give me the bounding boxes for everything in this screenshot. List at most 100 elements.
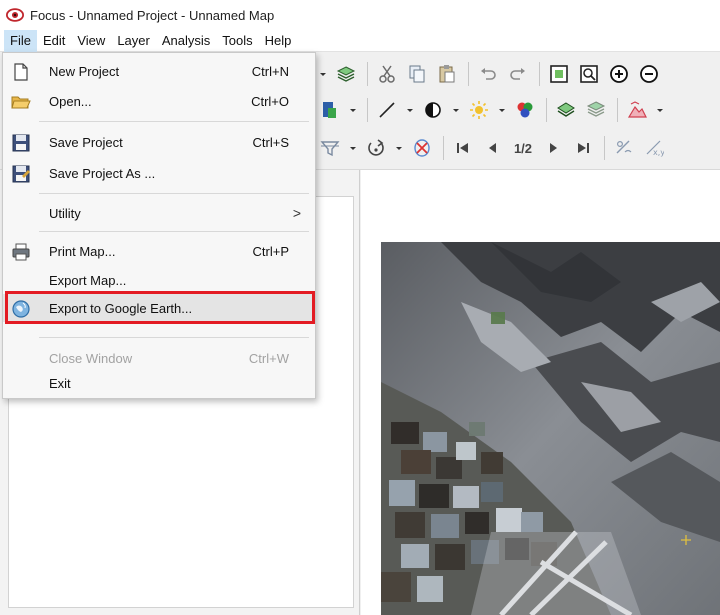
- contrast-button[interactable]: [419, 96, 447, 124]
- toolbar-row-1: [316, 58, 665, 90]
- terrain-button[interactable]: [623, 96, 651, 124]
- filter-button[interactable]: [316, 134, 344, 162]
- menu-view[interactable]: View: [71, 30, 111, 52]
- zoom-half-button[interactable]: 1/2: [509, 134, 537, 162]
- printer-icon: [12, 243, 30, 261]
- delete-icon: [414, 139, 430, 157]
- map-view[interactable]: [361, 170, 720, 615]
- rgb-button[interactable]: [511, 96, 539, 124]
- toolbar-separator: [617, 98, 618, 122]
- dropdown-arrow[interactable]: [392, 134, 406, 162]
- menu-separator: [39, 337, 309, 338]
- menu-edit[interactable]: Edit: [37, 30, 71, 52]
- chevron-down-icon: [320, 73, 326, 76]
- toolbar-separator: [367, 98, 368, 122]
- line-icon: [379, 102, 395, 118]
- terrain-icon: [627, 101, 647, 118]
- zoom-extent-button[interactable]: [545, 60, 573, 88]
- menu-tools[interactable]: Tools: [216, 30, 258, 52]
- layers-icon: [336, 66, 356, 82]
- chevron-down-icon: [657, 109, 663, 112]
- chevron-right-icon: >: [292, 205, 301, 221]
- satellite-image[interactable]: [381, 242, 720, 615]
- zoom-out-icon: [640, 65, 658, 83]
- last-frame-button[interactable]: [569, 134, 597, 162]
- floppy-save-as-icon: [12, 165, 30, 183]
- title-bar: Focus - Unnamed Project - Unnamed Map: [0, 0, 720, 30]
- sun-icon: [470, 101, 488, 119]
- menu-layer[interactable]: Layer: [111, 30, 156, 52]
- paste-icon: [439, 65, 455, 83]
- file-menu-dropdown: New Project Ctrl+N Open... Ctrl+O Save P…: [2, 52, 316, 399]
- menu-separator: [39, 193, 309, 194]
- menu-item-save-project[interactable]: Save Project Ctrl+S: [3, 128, 315, 156]
- toolbar-separator: [539, 62, 540, 86]
- toolbar-separator: [604, 136, 605, 160]
- dropdown-arrow[interactable]: [346, 134, 360, 162]
- zoom-ratio-label: 1/2: [513, 140, 533, 156]
- clear-button[interactable]: [408, 134, 436, 162]
- open-folder-icon: [11, 96, 31, 109]
- menu-item-export-map[interactable]: Export Map...: [3, 266, 315, 294]
- undo-button[interactable]: [474, 60, 502, 88]
- menu-item-exit[interactable]: Exit: [3, 369, 315, 397]
- zoom-in-icon: [610, 65, 628, 83]
- menu-item-save-project-as[interactable]: Save Project As ...: [3, 159, 315, 187]
- highlight-box: [5, 291, 315, 324]
- copy-button[interactable]: [403, 60, 431, 88]
- next-frame-button[interactable]: [539, 134, 567, 162]
- select-tool-button[interactable]: [316, 96, 344, 124]
- menu-item-open[interactable]: Open... Ctrl+O: [3, 87, 315, 115]
- redo-icon: [510, 68, 525, 80]
- skip-forward-icon: [578, 143, 589, 153]
- layers-icon: [557, 102, 575, 117]
- dropdown-arrow[interactable]: [449, 96, 463, 124]
- satellite-image-render: [381, 242, 720, 615]
- chevron-down-icon: [499, 109, 505, 112]
- menu-item-print-map[interactable]: Print Map... Ctrl+P: [3, 237, 315, 265]
- menu-help[interactable]: Help: [259, 30, 298, 52]
- undo-icon: [481, 68, 496, 80]
- rotate-button[interactable]: [362, 134, 390, 162]
- toolbar-separator: [367, 62, 368, 86]
- coordinates-button[interactable]: x,y: [640, 134, 668, 162]
- dropdown-arrow[interactable]: [316, 60, 330, 88]
- dropdown-arrow[interactable]: [403, 96, 417, 124]
- cut-icon: [379, 65, 395, 83]
- layers-button[interactable]: [332, 60, 360, 88]
- svg-text:x,y: x,y: [653, 148, 664, 157]
- line-tool-button[interactable]: [373, 96, 401, 124]
- zoom-extent-icon: [550, 65, 568, 83]
- menu-analysis[interactable]: Analysis: [156, 30, 216, 52]
- paste-button[interactable]: [433, 60, 461, 88]
- zoom-in-button[interactable]: [605, 60, 633, 88]
- layer-stack-icon: [586, 101, 606, 117]
- dropdown-arrow[interactable]: [346, 96, 360, 124]
- floppy-disk-icon: [12, 134, 30, 152]
- zoom-out-button[interactable]: [635, 60, 663, 88]
- measure-button[interactable]: [610, 134, 638, 162]
- menu-item-utility[interactable]: Utility >: [3, 199, 315, 227]
- menu-item-new-project[interactable]: New Project Ctrl+N: [3, 57, 315, 85]
- brightness-button[interactable]: [465, 96, 493, 124]
- zoom-window-button[interactable]: [575, 60, 603, 88]
- first-frame-button[interactable]: [449, 134, 477, 162]
- chevron-down-icon: [396, 147, 402, 150]
- menu-separator: [39, 121, 309, 122]
- prev-frame-button[interactable]: [479, 134, 507, 162]
- menu-file[interactable]: File: [4, 29, 37, 52]
- layer-stack-button[interactable]: [582, 96, 610, 124]
- rgb-channels-icon: [517, 102, 533, 118]
- dropdown-arrow[interactable]: [495, 96, 509, 124]
- layer-view-button[interactable]: [552, 96, 580, 124]
- coordinates-icon: x,y: [646, 140, 664, 157]
- new-document-icon: [14, 63, 28, 81]
- window-title: Focus - Unnamed Project - Unnamed Map: [30, 7, 275, 23]
- redo-button[interactable]: [504, 60, 532, 88]
- measure-icon: [616, 140, 632, 154]
- dropdown-arrow[interactable]: [653, 96, 667, 124]
- menu-separator: [39, 231, 309, 232]
- cut-button[interactable]: [373, 60, 401, 88]
- chevron-down-icon: [453, 109, 459, 112]
- contrast-icon: [425, 102, 441, 118]
